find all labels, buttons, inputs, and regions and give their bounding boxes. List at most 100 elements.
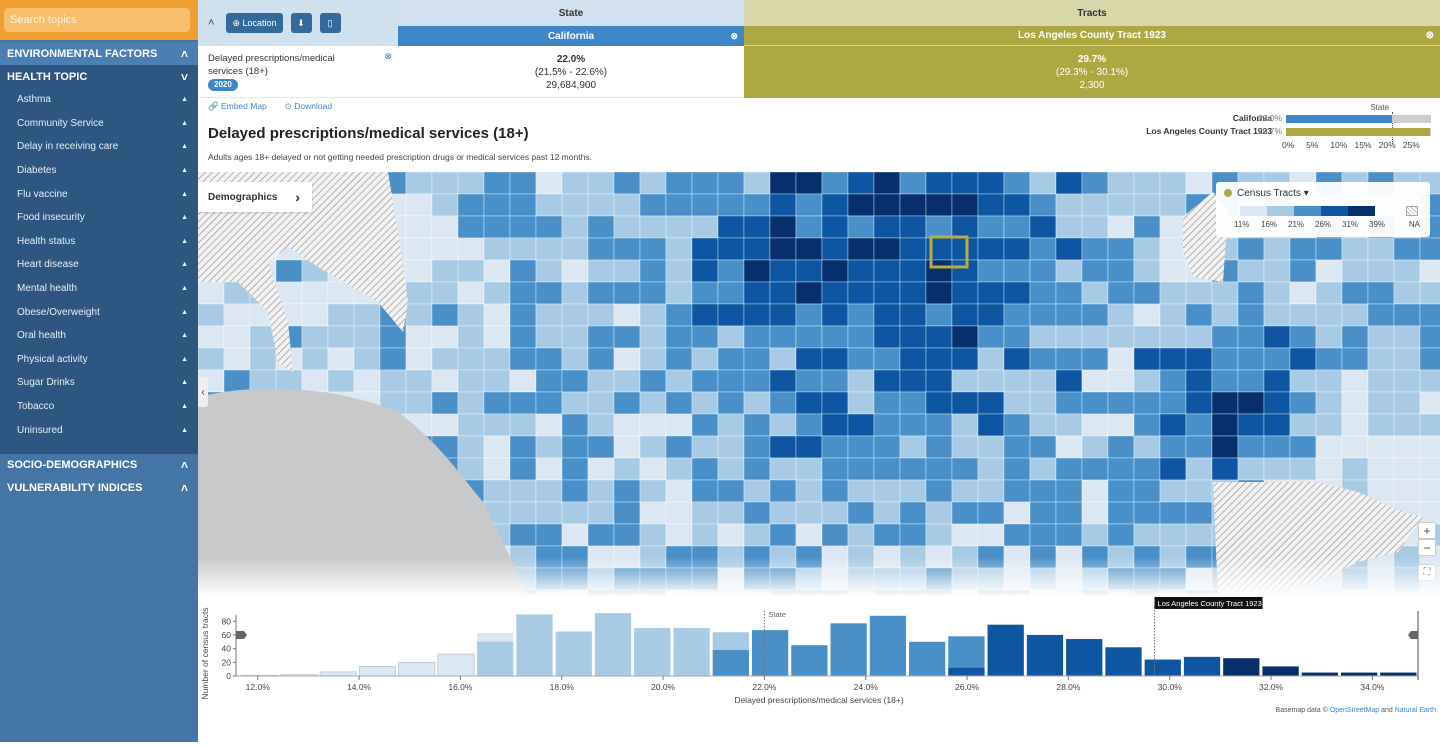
sidebar-topic-delay-in-receiving-care[interactable]: Delay in receiving care ▲ <box>0 135 198 159</box>
census-tract[interactable] <box>1237 325 1265 349</box>
census-tract[interactable] <box>327 303 355 327</box>
census-tract[interactable] <box>509 479 537 503</box>
census-tract[interactable] <box>1055 259 1083 283</box>
census-tract[interactable] <box>613 589 641 597</box>
census-tract[interactable] <box>457 369 485 393</box>
census-tract[interactable] <box>1341 281 1369 305</box>
census-tract[interactable] <box>769 479 797 503</box>
census-tract[interactable] <box>847 325 875 349</box>
census-tract[interactable] <box>977 567 1005 591</box>
census-tract[interactable] <box>1237 369 1265 393</box>
census-tract[interactable] <box>1081 567 1109 591</box>
census-tract[interactable] <box>1055 369 1083 393</box>
census-tract[interactable] <box>743 281 771 305</box>
census-tract[interactable] <box>769 325 797 349</box>
census-tract[interactable] <box>457 259 485 283</box>
census-tract[interactable] <box>1029 501 1057 525</box>
census-tract[interactable] <box>1315 391 1343 415</box>
census-tract[interactable] <box>847 259 875 283</box>
census-tract[interactable] <box>561 237 589 261</box>
census-tract[interactable] <box>899 391 927 415</box>
census-tract[interactable] <box>847 369 875 393</box>
census-tract[interactable] <box>535 589 563 597</box>
census-tract[interactable] <box>1315 435 1343 459</box>
census-tract[interactable] <box>899 501 927 525</box>
census-tract[interactable] <box>691 369 719 393</box>
census-tract[interactable] <box>665 193 693 217</box>
census-tract[interactable] <box>977 347 1005 371</box>
census-tract[interactable] <box>1263 259 1291 283</box>
census-tract[interactable] <box>1315 281 1343 305</box>
zoom-out-button[interactable]: − <box>1418 539 1436 556</box>
census-tract[interactable] <box>925 369 953 393</box>
census-tract[interactable] <box>1003 457 1031 481</box>
census-tract[interactable] <box>1029 347 1057 371</box>
census-tract[interactable] <box>431 303 459 327</box>
census-tract[interactable] <box>925 303 953 327</box>
census-tract[interactable] <box>1185 369 1213 393</box>
census-tract[interactable] <box>613 413 641 437</box>
census-tract[interactable] <box>509 281 537 305</box>
census-tract[interactable] <box>431 172 459 195</box>
census-tract[interactable] <box>483 479 511 503</box>
census-tract[interactable] <box>1341 347 1369 371</box>
sidebar-topic-asthma[interactable]: Asthma ▲ <box>0 88 198 112</box>
census-tract[interactable] <box>873 567 901 591</box>
census-tract[interactable] <box>717 457 745 481</box>
census-tract[interactable] <box>483 413 511 437</box>
census-tract[interactable] <box>1107 457 1135 481</box>
census-tract[interactable] <box>691 215 719 239</box>
embed-map-link[interactable]: 🔗 Embed Map <box>208 101 267 112</box>
census-tract[interactable] <box>691 589 719 597</box>
census-tract[interactable] <box>301 303 329 327</box>
census-tract[interactable] <box>1211 457 1239 481</box>
census-tract[interactable] <box>743 501 771 525</box>
census-tract[interactable] <box>899 435 927 459</box>
census-tract[interactable] <box>1029 259 1057 283</box>
census-tract[interactable] <box>717 545 745 569</box>
census-tract[interactable] <box>587 259 615 283</box>
census-tract[interactable] <box>1107 391 1135 415</box>
choropleth-map[interactable]: Demographics › ‹ Census Tracts ▾ 11% 16% 2… <box>198 172 1440 597</box>
census-tract[interactable] <box>535 567 563 591</box>
census-tract[interactable] <box>873 237 901 261</box>
census-tract[interactable] <box>951 545 979 569</box>
census-tract[interactable] <box>509 369 537 393</box>
census-tract[interactable] <box>847 545 875 569</box>
census-tract[interactable] <box>769 237 797 261</box>
census-tract[interactable] <box>1029 435 1057 459</box>
census-tract[interactable] <box>769 347 797 371</box>
census-tract[interactable] <box>1003 303 1031 327</box>
census-tract[interactable] <box>691 281 719 305</box>
census-tract[interactable] <box>977 545 1005 569</box>
zoom-in-button[interactable]: + <box>1418 522 1436 539</box>
census-tract[interactable] <box>379 369 407 393</box>
census-tract[interactable] <box>769 435 797 459</box>
census-tract[interactable] <box>743 545 771 569</box>
census-tract[interactable] <box>899 237 927 261</box>
census-tract[interactable] <box>535 193 563 217</box>
census-tract[interactable] <box>795 523 823 547</box>
census-tract[interactable] <box>1159 281 1187 305</box>
census-tract[interactable] <box>1003 369 1031 393</box>
sidebar-topic-food-insecurity[interactable]: Food insecurity ▲ <box>0 206 198 230</box>
census-tract[interactable] <box>951 523 979 547</box>
census-tract[interactable] <box>1107 523 1135 547</box>
census-tract[interactable] <box>691 523 719 547</box>
census-tract[interactable] <box>431 193 459 217</box>
census-tract[interactable] <box>977 172 1005 195</box>
census-tract[interactable] <box>1159 457 1187 481</box>
census-tract[interactable] <box>1263 369 1291 393</box>
census-tract[interactable] <box>405 281 433 305</box>
census-tract[interactable] <box>665 347 693 371</box>
census-tract[interactable] <box>1393 435 1421 459</box>
census-tract[interactable] <box>561 391 589 415</box>
census-tract[interactable] <box>795 435 823 459</box>
census-tract[interactable] <box>691 413 719 437</box>
census-tract[interactable] <box>1341 435 1369 459</box>
census-tract[interactable] <box>899 457 927 481</box>
census-tract[interactable] <box>405 369 433 393</box>
census-tract[interactable] <box>1003 281 1031 305</box>
census-tract[interactable] <box>1341 369 1369 393</box>
census-tract[interactable] <box>587 281 615 305</box>
